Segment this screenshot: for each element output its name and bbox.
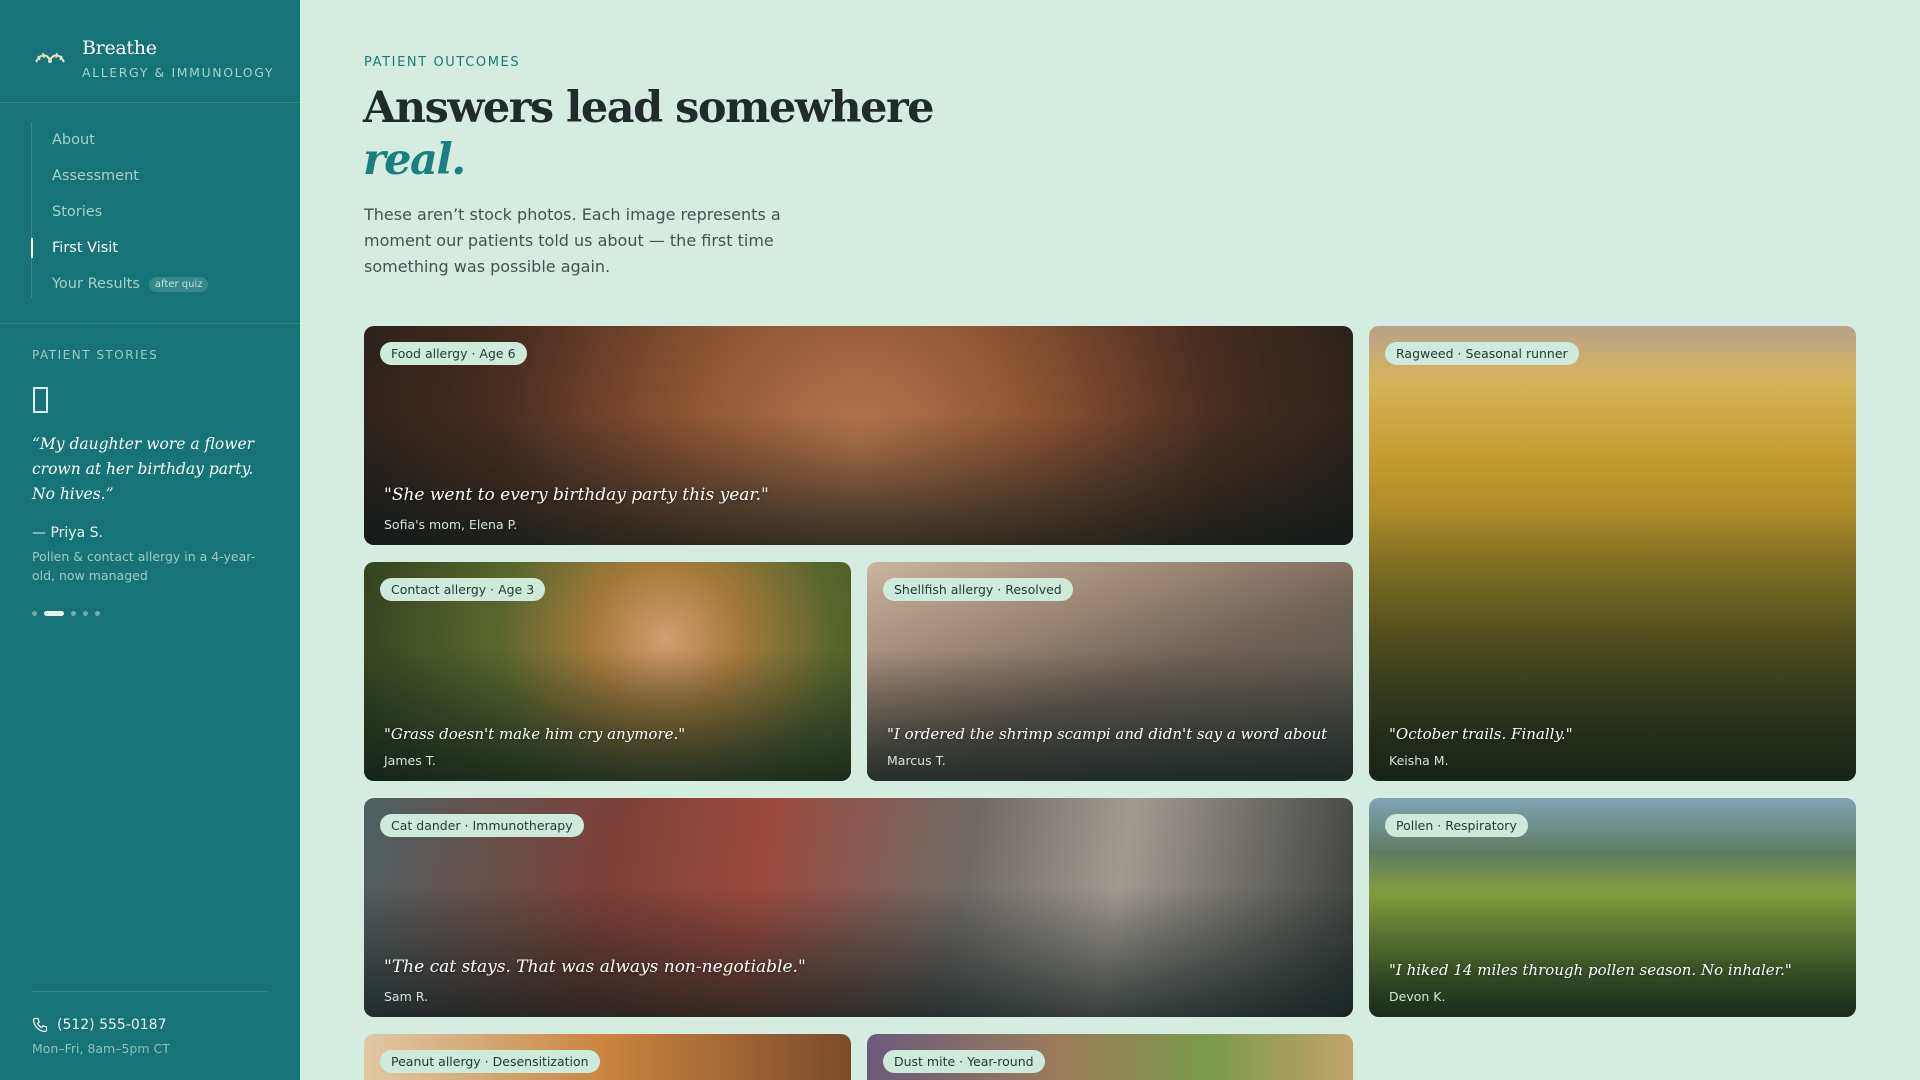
- page-title: Answers lead somewhere real.: [363, 82, 935, 186]
- card-tag: Shellfish allergy · Resolved: [883, 578, 1073, 601]
- carousel-dot[interactable]: [32, 611, 37, 616]
- card-tag: Peanut allergy · Desensitization: [380, 1050, 600, 1073]
- card-author: Sam R.: [384, 989, 428, 1004]
- nav-item-about[interactable]: About: [32, 122, 208, 158]
- carousel-dot[interactable]: [83, 611, 88, 616]
- carousel-dot[interactable]: [95, 611, 100, 616]
- sidebar-quote-description: Pollen & contact allergy in a 4-year-old…: [32, 549, 256, 583]
- page-title-accent: real.: [363, 135, 466, 185]
- card-tag: Food allergy · Age 6: [380, 342, 527, 365]
- brand-subtitle: ALLERGY & IMMUNOLOGY: [82, 65, 275, 80]
- story-card[interactable]: Pollen · Respiratory "I hiked 14 miles t…: [1369, 798, 1856, 1017]
- story-card[interactable]: Contact allergy · Age 3 "Grass doesn't m…: [364, 562, 851, 781]
- card-image-shade: [364, 885, 1353, 1017]
- story-card[interactable]: Dust mite · Year-round: [867, 1034, 1353, 1080]
- card-tag: Pollen · Respiratory: [1385, 814, 1528, 837]
- card-author: Devon K.: [1389, 989, 1446, 1004]
- card-quote: "The cat stays. That was always non-nego…: [384, 957, 806, 977]
- sidebar-quote-author: — Priya S.: [32, 525, 103, 541]
- story-card[interactable]: Peanut allergy · Desensitization: [364, 1034, 851, 1080]
- sidebar-divider: [0, 323, 300, 324]
- card-quote: "I hiked 14 miles through pollen season.…: [1389, 961, 1792, 979]
- quote-icon: [33, 387, 48, 413]
- carousel-dot[interactable]: [71, 611, 76, 616]
- story-card[interactable]: Cat dander · Immunotherapy "The cat stay…: [364, 798, 1353, 1017]
- card-author: Marcus T.: [887, 753, 946, 768]
- nav-item-your-results[interactable]: Your Results after quiz: [32, 266, 209, 302]
- office-hours: Mon–Fri, 8am–5pm CT: [32, 1041, 170, 1056]
- nav-item-label: Stories: [52, 204, 103, 220]
- card-quote: "I ordered the shrimp scampi and didn't …: [887, 725, 1333, 743]
- card-quote: "She went to every birthday party this y…: [384, 485, 769, 505]
- nav-item-stories[interactable]: Stories: [32, 194, 208, 230]
- brand-name: Breathe: [82, 37, 157, 59]
- patient-stories-label: PATIENT STORIES: [32, 348, 159, 362]
- story-card[interactable]: Shellfish allergy · Resolved "I ordered …: [867, 562, 1353, 781]
- story-card[interactable]: Food allergy · Age 6 "She went to every …: [364, 326, 1353, 545]
- nav-item-label: First Visit: [52, 240, 119, 256]
- phone-link[interactable]: (512) 555-0187: [32, 1017, 167, 1033]
- card-author: James T.: [384, 753, 436, 768]
- card-author: Keisha M.: [1389, 753, 1449, 768]
- brand[interactable]: Breathe ALLERGY & IMMUNOLOGY: [32, 36, 274, 80]
- nav-item-first-visit[interactable]: First Visit: [30, 230, 208, 266]
- carousel-dots: [32, 611, 107, 616]
- carousel-dot-active[interactable]: [44, 611, 64, 616]
- intro-text: These aren’t stock photos. Each image re…: [364, 205, 781, 276]
- story-card[interactable]: Ragweed · Seasonal runner "October trail…: [1369, 326, 1856, 781]
- card-tag: Contact allergy · Age 3: [380, 578, 546, 601]
- leaf-logo-icon: [35, 52, 65, 63]
- phone-number: (512) 555-0187: [57, 1017, 167, 1033]
- card-tag: Ragweed · Seasonal runner: [1385, 342, 1579, 365]
- card-tag: Cat dander · Immunotherapy: [380, 814, 584, 837]
- card-tag: Dust mite · Year-round: [883, 1050, 1045, 1073]
- nav-item-label: Your Results: [52, 276, 140, 292]
- card-author: Sofia's mom, Elena P.: [384, 517, 518, 532]
- sidebar: Breathe ALLERGY & IMMUNOLOGY About Asses…: [0, 0, 300, 1080]
- sidebar-quote: “My daughter wore a flower crown at her …: [32, 435, 255, 503]
- sidebar-divider: [32, 991, 268, 992]
- eyebrow-label: PATIENT OUTCOMES: [364, 55, 521, 70]
- card-quote: "Grass doesn't make him cry anymore.": [384, 725, 686, 743]
- page-title-main: Answers lead somewhere: [363, 83, 935, 133]
- nav-item-assessment[interactable]: Assessment: [32, 158, 208, 194]
- nav-item-label: Assessment: [52, 168, 139, 184]
- nav-item-label: About: [52, 132, 95, 148]
- phone-icon: [32, 1017, 48, 1033]
- sidebar-divider: [0, 102, 300, 103]
- card-image-shade: [364, 649, 851, 781]
- card-quote: "October trails. Finally.": [1389, 725, 1573, 743]
- sidebar-nav: About Assessment Stories First Visit You…: [30, 122, 209, 298]
- after-quiz-badge: after quiz: [148, 276, 209, 292]
